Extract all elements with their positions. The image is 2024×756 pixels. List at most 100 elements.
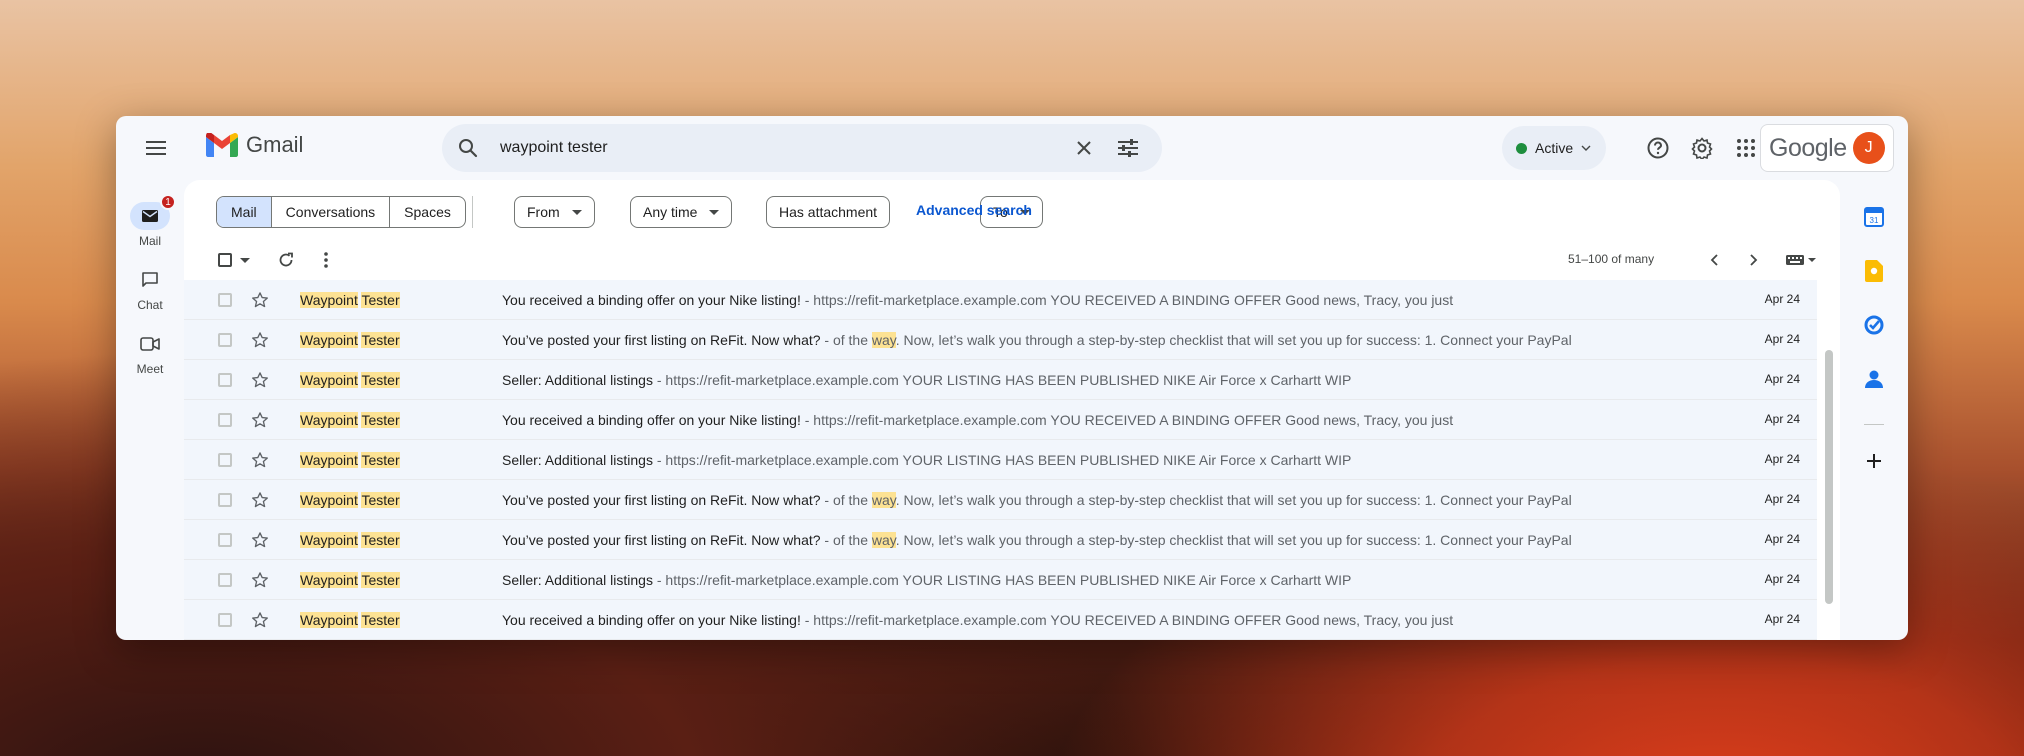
filter-from[interactable]: From bbox=[514, 196, 595, 228]
chevron-down-icon bbox=[1581, 145, 1591, 151]
advanced-search-link[interactable]: Advanced search bbox=[916, 202, 1032, 218]
more-actions-button[interactable] bbox=[306, 240, 346, 280]
star-icon[interactable] bbox=[250, 530, 270, 550]
row-subject: You’ve posted your first listing on ReFi… bbox=[502, 532, 821, 548]
email-row[interactable]: Waypoint Tester Seller: Additional listin… bbox=[184, 360, 1817, 400]
row-subject-line: You’ve posted your first listing on ReFi… bbox=[502, 492, 1642, 508]
sender-last-name: Tester bbox=[361, 292, 400, 308]
row-subject: Seller: Additional listings bbox=[502, 372, 653, 388]
caret-down-icon bbox=[571, 209, 582, 215]
filter-divider bbox=[472, 196, 473, 228]
row-date: Apr 24 bbox=[1764, 452, 1800, 466]
row-checkbox[interactable] bbox=[218, 493, 232, 507]
sender-last-name: Tester bbox=[361, 532, 400, 548]
row-checkbox[interactable] bbox=[218, 413, 232, 427]
svg-text:31: 31 bbox=[1870, 216, 1879, 225]
star-icon[interactable] bbox=[250, 450, 270, 470]
snippet-text: - of the bbox=[820, 492, 872, 508]
row-checkbox[interactable] bbox=[218, 573, 232, 587]
filter-any-time[interactable]: Any time bbox=[630, 196, 733, 228]
rail-divider bbox=[1864, 424, 1884, 425]
rail-item-meet[interactable]: Meet bbox=[116, 330, 184, 376]
email-row[interactable]: Waypoint Tester Seller: Additional listin… bbox=[184, 440, 1817, 480]
main-menu-button[interactable] bbox=[136, 128, 176, 168]
rail-label-mail: Mail bbox=[138, 234, 161, 248]
star-icon[interactable] bbox=[250, 410, 270, 430]
snippet-highlight: way bbox=[871, 532, 896, 548]
row-checkbox[interactable] bbox=[218, 613, 232, 627]
contacts-app-button[interactable] bbox=[1857, 362, 1891, 396]
row-sender: Waypoint Tester bbox=[300, 532, 400, 548]
older-page-button[interactable] bbox=[1694, 240, 1734, 280]
apps-grid-icon bbox=[1737, 139, 1755, 157]
row-checkbox[interactable] bbox=[218, 533, 232, 547]
row-subject: Seller: Additional listings bbox=[502, 572, 653, 588]
email-row[interactable]: Waypoint Tester You received a binding of… bbox=[184, 280, 1817, 320]
search-button[interactable] bbox=[452, 132, 484, 164]
scope-spaces[interactable]: Spaces bbox=[389, 197, 465, 227]
email-row[interactable]: Waypoint Tester You received a binding of… bbox=[184, 400, 1817, 440]
clear-search-button[interactable] bbox=[1064, 128, 1104, 168]
email-row[interactable]: Waypoint Tester You’ve posted your first … bbox=[184, 320, 1817, 360]
row-sender: Waypoint Tester bbox=[300, 572, 400, 588]
row-subject-line: Seller: Additional listings - https://re… bbox=[502, 372, 1642, 388]
rail-item-mail[interactable]: 1 Mail bbox=[116, 194, 184, 248]
sender-last-name: Tester bbox=[361, 572, 400, 588]
row-checkbox[interactable] bbox=[218, 293, 232, 307]
calendar-app-button[interactable]: 31 bbox=[1857, 200, 1891, 234]
search-bar[interactable] bbox=[442, 124, 1162, 172]
chevron-left-icon bbox=[1710, 254, 1718, 266]
sender-first-name: Waypoint bbox=[300, 292, 358, 308]
select-menu-caret-icon[interactable] bbox=[240, 258, 250, 263]
rail-pill-chat bbox=[130, 266, 170, 294]
newer-page-button[interactable] bbox=[1734, 240, 1774, 280]
search-input[interactable] bbox=[500, 134, 1060, 162]
input-tools-button[interactable] bbox=[1776, 240, 1826, 280]
gmail-logo[interactable]: Gmail bbox=[206, 132, 303, 158]
rail-label-meet: Meet bbox=[136, 362, 164, 376]
email-row[interactable]: Waypoint Tester You received a binding of… bbox=[184, 600, 1817, 640]
row-date: Apr 24 bbox=[1764, 532, 1800, 546]
snippet-text-rest: . Now, let’s walk you through a step-by-… bbox=[895, 532, 1572, 548]
row-checkbox[interactable] bbox=[218, 453, 232, 467]
scrollbar-thumb[interactable] bbox=[1825, 350, 1833, 604]
star-icon[interactable] bbox=[250, 290, 270, 310]
star-icon[interactable] bbox=[250, 330, 270, 350]
email-row[interactable]: Waypoint Tester You’ve posted your first … bbox=[184, 480, 1817, 520]
star-icon[interactable] bbox=[250, 370, 270, 390]
keep-icon bbox=[1865, 260, 1883, 282]
email-row[interactable]: Waypoint Tester You’ve posted your first … bbox=[184, 520, 1817, 560]
snippet-text: - https://refit-marketplace.example.com … bbox=[800, 412, 1454, 428]
row-checkbox[interactable] bbox=[218, 373, 232, 387]
star-icon[interactable] bbox=[250, 610, 270, 630]
refresh-button[interactable] bbox=[266, 240, 306, 280]
status-label: Active bbox=[1535, 140, 1574, 156]
tasks-app-button[interactable] bbox=[1857, 308, 1891, 342]
email-row[interactable]: Waypoint Tester Seller: Additional listin… bbox=[184, 560, 1817, 600]
gmail-window: Gmail Active bbox=[116, 116, 1908, 640]
chevron-right-icon bbox=[1750, 254, 1758, 266]
filter-has-attachment[interactable]: Has attachment bbox=[766, 196, 891, 228]
star-icon[interactable] bbox=[250, 570, 270, 590]
list-scrollbar[interactable] bbox=[1824, 280, 1834, 604]
search-options-button[interactable] bbox=[1108, 128, 1148, 168]
status-selector[interactable]: Active bbox=[1502, 126, 1606, 170]
row-snippet: - https://refit-marketplace.example.com … bbox=[653, 452, 1352, 468]
keep-app-button[interactable] bbox=[1857, 254, 1891, 288]
rail-item-chat[interactable]: Chat bbox=[116, 266, 184, 312]
scope-mail[interactable]: Mail bbox=[217, 197, 271, 227]
row-subject-line: Seller: Additional listings - https://re… bbox=[502, 572, 1642, 588]
row-sender: Waypoint Tester bbox=[300, 332, 400, 348]
get-addons-button[interactable] bbox=[1857, 444, 1891, 478]
sender-last-name: Tester bbox=[361, 412, 400, 428]
star-icon[interactable] bbox=[250, 490, 270, 510]
scope-conversations[interactable]: Conversations bbox=[270, 197, 390, 227]
row-checkbox[interactable] bbox=[218, 333, 232, 347]
snippet-text: - https://refit-marketplace.example.com … bbox=[652, 372, 1352, 388]
app-name: Gmail bbox=[246, 132, 304, 157]
support-button[interactable] bbox=[1638, 128, 1678, 168]
gmail-m-icon bbox=[206, 133, 238, 157]
select-all-checkbox[interactable] bbox=[218, 253, 232, 267]
settings-button[interactable] bbox=[1682, 128, 1722, 168]
account-chip[interactable]: Google J bbox=[1760, 124, 1894, 172]
